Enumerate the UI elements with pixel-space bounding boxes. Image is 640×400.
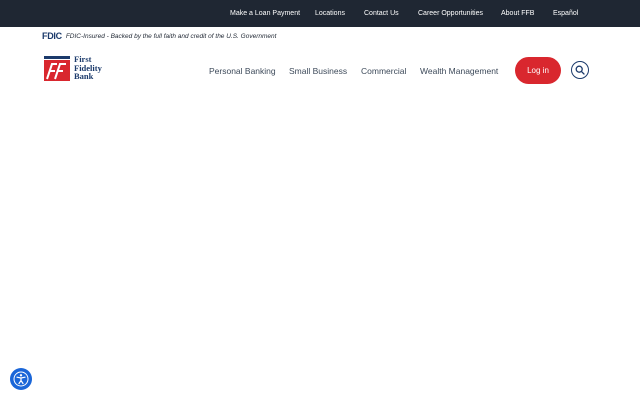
fdic-logo: FDIC: [42, 31, 62, 41]
utility-link-about[interactable]: About FFB: [501, 9, 534, 19]
utility-link-loan-payment[interactable]: Make a Loan Payment: [230, 9, 300, 19]
utility-link-locations[interactable]: Locations: [315, 9, 345, 19]
nav-small-business[interactable]: Small Business: [289, 66, 347, 76]
accessibility-icon: [13, 371, 29, 387]
utility-link-careers[interactable]: Career Opportunities: [418, 9, 483, 19]
search-button[interactable]: [571, 61, 589, 79]
utility-link-contact-us[interactable]: Contact Us: [364, 9, 399, 19]
nav-commercial[interactable]: Commercial: [361, 66, 406, 76]
utility-bar: Make a Loan Payment Locations Contact Us…: [0, 0, 640, 27]
search-icon: [575, 65, 585, 75]
fdic-notice: FDIC FDIC-Insured - Backed by the full f…: [42, 31, 276, 41]
nav-personal-banking[interactable]: Personal Banking: [209, 66, 276, 76]
nav-wealth-management[interactable]: Wealth Management: [420, 66, 498, 76]
brand-logo-link[interactable]: First Fidelity Bank: [42, 55, 112, 83]
fdic-statement: FDIC-Insured - Backed by the full faith …: [65, 32, 277, 40]
login-button[interactable]: Log in: [515, 57, 561, 84]
accessibility-button[interactable]: [10, 368, 32, 390]
utility-link-espanol[interactable]: Español: [553, 9, 578, 19]
brand-name: First Fidelity Bank: [74, 55, 102, 81]
brand-logo-mark: [42, 55, 72, 82]
brand-name-line3: Bank: [74, 71, 94, 81]
